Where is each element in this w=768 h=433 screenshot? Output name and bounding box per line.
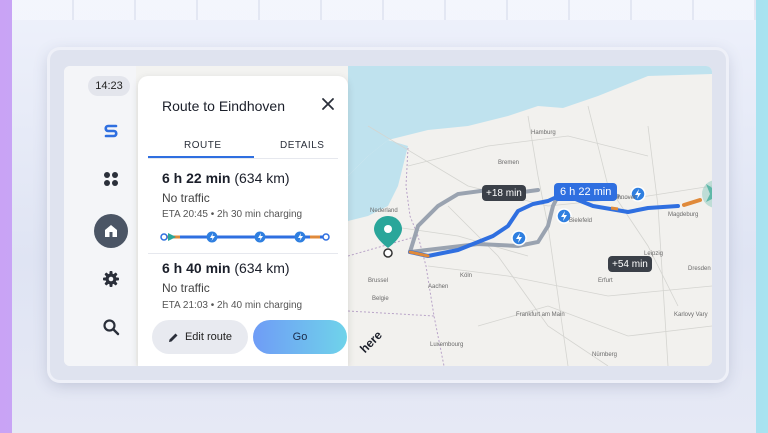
city-label: Nürnberg: [592, 352, 617, 358]
charging-stop-icon: [294, 231, 306, 243]
charging-stop-marker: [511, 230, 527, 246]
pencil-icon: [168, 333, 178, 342]
city-label: Frankfurt am Main: [516, 312, 565, 318]
route-charging: 2h 30 min charging: [217, 209, 303, 220]
dashboard-trim: [12, 0, 756, 20]
rail-search-button[interactable]: [94, 310, 128, 344]
rail-settings-button[interactable]: [94, 262, 128, 296]
edit-route-button[interactable]: Edit route: [152, 320, 248, 354]
city-label: Magdeburg: [668, 212, 698, 218]
route-distance: (634 km): [234, 170, 290, 186]
rail-home-button[interactable]: [94, 214, 128, 248]
close-button[interactable]: [316, 92, 340, 116]
separator-dot: •: [210, 209, 215, 220]
city-label: Bremen: [498, 160, 519, 166]
go-label: Go: [292, 331, 308, 343]
city-label: Karlovy Vary: [674, 312, 708, 318]
city-label: Dresden: [688, 266, 711, 272]
route-traffic: No traffic: [162, 281, 210, 295]
map-view[interactable]: Hamburg Bremen Hannover Magdeburg Bielef…: [347, 66, 712, 366]
go-button[interactable]: Go: [253, 320, 347, 354]
city-label: Bielefeld: [569, 218, 592, 224]
country-label: Luxembourg: [430, 342, 463, 348]
panel-title: Route to Eindhoven: [162, 98, 285, 114]
route-progress-strip: [160, 231, 330, 243]
home-icon: [105, 225, 117, 237]
status-time: 14:23: [88, 76, 130, 96]
route-option-card[interactable]: 6 h 22 min (634 km) No traffic ETA 20:45…: [148, 160, 338, 254]
route-distance: (634 km): [234, 260, 290, 276]
route-duration: 6 h 22 min: [162, 170, 231, 186]
tab-divider: [148, 158, 338, 159]
rail-apps-button[interactable]: [94, 162, 128, 196]
tab-active-indicator: [148, 156, 254, 158]
alt-route-1-label[interactable]: +18 min: [482, 185, 526, 201]
search-icon: [103, 319, 120, 336]
city-label: Aachen: [428, 284, 448, 290]
nav-rail: 14:23: [64, 66, 136, 366]
city-label: Hamburg: [531, 130, 556, 136]
route-s-icon: [104, 124, 118, 138]
infotainment-screen: Hamburg Bremen Hannover Magdeburg Bielef…: [64, 66, 712, 366]
gear-icon: [103, 271, 119, 287]
map-canvas: Hamburg Bremen Hannover Magdeburg Bielef…: [347, 66, 712, 366]
rail-route-button[interactable]: [94, 114, 128, 148]
route-traffic: No traffic: [162, 191, 210, 205]
tab-details[interactable]: DETAILS: [280, 140, 324, 151]
city-label: Erfurt: [598, 278, 613, 284]
edit-route-label: Edit route: [184, 331, 233, 343]
country-label: Belgie: [372, 296, 389, 302]
country-label: Nederland: [370, 208, 398, 214]
charging-stop-icon: [254, 231, 266, 243]
city-label: Köln: [460, 273, 472, 279]
city-label: Brussel: [368, 278, 388, 284]
route-duration: 6 h 40 min: [162, 260, 231, 276]
main-route-label[interactable]: 6 h 22 min: [554, 183, 618, 201]
tab-route[interactable]: ROUTE: [184, 140, 222, 151]
apps-grid-icon: [104, 172, 118, 186]
alt-route-2-label[interactable]: +54 min: [608, 256, 652, 272]
close-icon: [322, 98, 334, 110]
charging-stop-icon: [206, 231, 218, 243]
route-eta: ETA 20:45: [162, 209, 208, 220]
